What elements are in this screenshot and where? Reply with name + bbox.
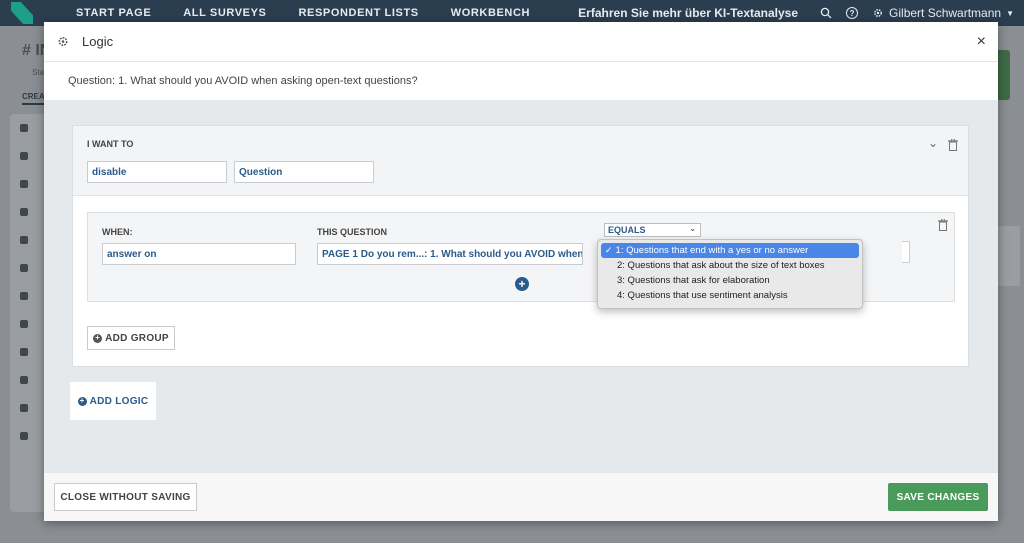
modal-footer: CLOSE WITHOUT SAVING SAVE CHANGES	[44, 472, 998, 521]
answer-options-dropdown: ✓ 1: Questions that end with a yes or no…	[597, 239, 863, 309]
logo-icon	[11, 2, 33, 24]
dropdown-option-label: 1: Questions that end with a yes or no a…	[615, 245, 809, 256]
modal-title: Logic	[82, 34, 114, 49]
this-question-select[interactable]: PAGE 1 Do you rem...: 1. What should you…	[317, 243, 583, 265]
app-logo[interactable]	[0, 0, 44, 26]
ki-textanalysis-link[interactable]: Erfahren Sie mehr über KI-Textanalyse	[578, 6, 798, 20]
operator-select[interactable]: EQUALS ⌄	[604, 223, 701, 237]
dropdown-option[interactable]: 2: Questions that ask about the size of …	[601, 258, 859, 273]
action-select[interactable]: disable	[87, 161, 227, 183]
nav-all-surveys[interactable]: ALL SURVEYS	[183, 7, 266, 19]
nav-start-page[interactable]: START PAGE	[76, 7, 151, 19]
add-condition-icon[interactable]: +	[515, 277, 529, 291]
close-icon[interactable]: ×	[977, 34, 986, 50]
add-logic-button[interactable]: + ADD LOGIC	[70, 382, 156, 420]
bg-right-controls	[996, 226, 1020, 286]
i-want-to-label: I WANT TO	[87, 139, 134, 149]
chevron-down-icon: ⌄	[689, 224, 696, 233]
gear-icon	[874, 9, 882, 17]
dropdown-option-label: 4: Questions that use sentiment analysis	[617, 290, 788, 301]
bg-insert-panel	[10, 114, 48, 512]
question-text: Question: 1. What should you AVOID when …	[68, 75, 418, 87]
checkmark-icon: ✓	[605, 245, 613, 255]
user-menu[interactable]: Gilbert Schwartmann ▼	[872, 6, 1014, 20]
when-value-select[interactable]: answer on	[102, 243, 296, 265]
modal-header: Logic ×	[44, 22, 998, 62]
bg-survey-subtitle: Sta	[32, 68, 45, 77]
dropdown-option[interactable]: ✓ 1: Questions that end with a yes or no…	[601, 243, 859, 258]
trash-icon[interactable]	[948, 139, 958, 151]
help-icon[interactable]: ?	[846, 7, 859, 19]
dropdown-option[interactable]: 3: Questions that ask for elaboration	[601, 273, 859, 288]
nav-workbench[interactable]: WORKBENCH	[451, 7, 530, 19]
gear-icon	[58, 37, 68, 46]
add-logic-label: ADD LOGIC	[89, 395, 149, 407]
add-group-label: ADD GROUP	[105, 332, 169, 344]
this-question-label: THIS QUESTION	[317, 227, 388, 237]
search-icon[interactable]	[820, 7, 832, 19]
bg-create-tab: CREA	[22, 92, 45, 105]
caret-down-icon: ▼	[1006, 8, 1014, 18]
save-changes-button[interactable]: SAVE CHANGES	[888, 483, 988, 511]
plus-circle-icon: +	[77, 396, 87, 406]
user-name: Gilbert Schwartmann	[889, 6, 1002, 20]
logic-action-section: I WANT TO disable Question ⌄	[73, 126, 968, 196]
dropdown-option-label: 2: Questions that ask about the size of …	[617, 260, 825, 271]
close-without-saving-button[interactable]: CLOSE WITHOUT SAVING	[54, 483, 197, 511]
nav-respondent-lists[interactable]: RESPONDENT LISTS	[298, 7, 418, 19]
collapse-chevron-icon[interactable]: ⌄	[928, 136, 938, 150]
when-label: WHEN:	[102, 227, 133, 237]
answer-select[interactable]	[902, 241, 910, 263]
add-group-button[interactable]: + ADD GROUP	[87, 326, 175, 350]
trash-icon[interactable]	[938, 219, 948, 231]
plus-circle-icon: +	[93, 333, 103, 343]
target-select[interactable]: Question	[234, 161, 374, 183]
dropdown-option-label: 3: Questions that ask for elaboration	[617, 275, 770, 286]
operator-value: EQUALS	[608, 225, 646, 235]
dropdown-option[interactable]: 4: Questions that use sentiment analysis	[601, 288, 859, 303]
